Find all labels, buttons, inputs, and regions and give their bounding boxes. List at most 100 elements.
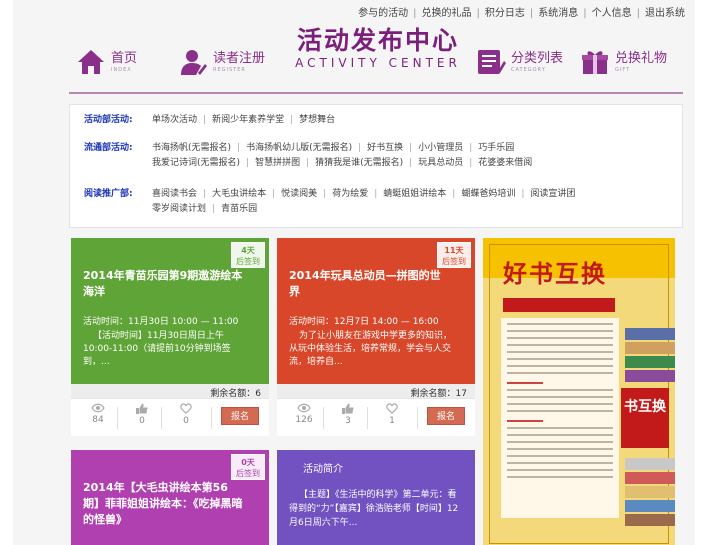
card-stats: 84 0 0 报名 — [71, 398, 269, 436]
nav-home-sub: INDEX — [111, 66, 132, 73]
card-desc: 【主题】《生活中的科学》第二单元：看得到的“力”【嘉宾】徐浩贻老师【时间】12月… — [289, 490, 459, 528]
gift-icon — [579, 46, 611, 78]
nav-category-label: 分类列表 — [511, 50, 564, 66]
category-panel: 活动部活动: 单场次活动 | 新阅少年素养学堂 | 梦想舞台 流通部活动: 书海扬帆(无… — [69, 104, 683, 228]
card-desc: 【活动时间】11月30日周日上午10:00-11:00（请提前10分钟到场签到，… — [83, 331, 231, 367]
activity-card[interactable]: 0天 后签到 2014年【大毛虫讲绘本第56期】菲菲姐姐讲绘本：《吃掉黑暗的怪兽》 — [71, 450, 269, 545]
category-link[interactable]: 梦想舞台 — [299, 115, 335, 125]
category-head: 阅读推广部: — [84, 189, 133, 199]
views-stat: 126 — [289, 403, 319, 426]
category-link[interactable]: 悦读阅美 — [281, 189, 317, 199]
eye-icon — [297, 403, 311, 413]
category-link[interactable]: 单场次活动 — [152, 115, 197, 125]
likes-count: 0 — [139, 416, 145, 426]
category-link[interactable]: 蜻蜓姐姐讲绘本 — [383, 189, 446, 199]
category-link[interactable]: 阅读宣讲团 — [530, 189, 575, 199]
stat-divider — [117, 407, 118, 429]
signup-button[interactable]: 报名 — [221, 407, 259, 425]
card-title[interactable]: 2014年玩具总动员—拼图的世界 — [289, 268, 449, 300]
badge-days: 4天 — [241, 246, 255, 255]
likes-stat[interactable]: 0 — [127, 403, 157, 427]
favs-stat[interactable]: 0 — [171, 403, 201, 427]
card-time: 活动时间：11月30日 10:00 — 11:00 — [83, 317, 239, 327]
category-link[interactable]: 我爱记诗词(无需报名) — [152, 158, 240, 168]
nav-gift-label: 兑换礼物 — [615, 50, 668, 66]
stat-divider — [211, 407, 212, 429]
category-link[interactable]: 新阅少年素养学堂 — [212, 115, 284, 125]
header: 首页 INDEX 读者注册 REGISTER 活动发布中心 ACTIVITY CEN… — [13, 24, 695, 94]
top-link-activities[interactable]: 参与的活动 — [358, 8, 408, 19]
nav-category-sub: CATEGORY — [511, 66, 546, 73]
heart-icon — [386, 403, 398, 414]
eye-icon — [91, 403, 105, 413]
card-body: 活动简介 【主题】《生活中的科学》第二单元：看得到的“力”【嘉宾】徐浩贻老师【时… — [277, 450, 475, 545]
category-link[interactable]: 猜猜我是谁(无需报名) — [315, 158, 403, 168]
top-link-logout[interactable]: 退出系统 — [645, 8, 685, 19]
category-link[interactable]: 青苗乐园 — [221, 204, 257, 214]
favs-stat[interactable]: 1 — [377, 403, 407, 427]
poster-headline: 好书互换 — [503, 260, 607, 288]
stat-divider — [417, 407, 418, 429]
favs-count: 0 — [183, 416, 189, 426]
top-link-profile[interactable]: 个人信息 — [592, 8, 632, 19]
top-links: 参与的活动 | 兑换的礼品 | 积分日志 | 系统消息 | 个人信息 | 退出系统 — [358, 8, 685, 19]
category-link[interactable]: 蝴蝶爸妈培训 — [461, 189, 515, 199]
top-link-gifts[interactable]: 兑换的礼品 — [422, 8, 472, 19]
activity-card[interactable]: 活动简介 【主题】《生活中的科学》第二单元：看得到的“力”【嘉宾】徐浩贻老师【时… — [277, 450, 475, 545]
nav-home[interactable]: 首页 INDEX — [75, 42, 137, 82]
nav-category[interactable]: 分类列表 CATEGORY — [475, 42, 563, 82]
heart-icon — [180, 403, 192, 414]
stat-divider — [367, 407, 368, 429]
category-link[interactable]: 书海扬帆(无需报名) — [152, 143, 231, 153]
poster-ribbon — [503, 298, 615, 312]
signup-button[interactable]: 报名 — [427, 407, 465, 425]
category-link[interactable]: 大毛虫讲绘本 — [212, 189, 266, 199]
checkin-badge: 0天 后签到 — [231, 454, 265, 480]
checkin-badge: 4天后签到 — [231, 242, 265, 268]
card-title[interactable]: 2014年青苗乐园第9期遨游绘本海洋 — [83, 268, 243, 300]
nav-home-label: 首页 — [111, 50, 138, 66]
book-exchange-poster[interactable]: 好书互换 书互换 — [483, 238, 675, 545]
category-link[interactable]: 小小管理员 — [418, 143, 463, 153]
nav-gift[interactable]: 兑换礼物 GIFT — [579, 42, 667, 82]
category-link[interactable]: 好书互换 — [367, 143, 403, 153]
card-section-title: 活动简介 — [303, 464, 343, 475]
top-link-points[interactable]: 积分日志 — [485, 8, 525, 19]
card-body: 11天 后签到 2014年玩具总动员—拼图的世界 活动时间：12月7日 14:00… — [277, 238, 475, 384]
category-head: 流通部活动: — [84, 143, 133, 153]
badge-text: 后签到 — [442, 257, 466, 266]
card-title[interactable]: 2014年【大毛虫讲绘本第56期】菲菲姐姐讲绘本：《吃掉黑暗的怪兽》 — [83, 480, 243, 528]
category-link[interactable]: 智慧拼拼图 — [255, 158, 300, 168]
badge-text: 后签到 — [236, 257, 260, 266]
views-stat: 84 — [83, 403, 113, 426]
category-link[interactable]: 书海扬帆幼儿版(无需报名) — [246, 143, 352, 153]
stat-divider — [161, 407, 162, 429]
category-link[interactable]: 喜阅读书会 — [152, 189, 197, 199]
likes-stat[interactable]: 3 — [333, 403, 363, 427]
home-icon — [75, 46, 107, 78]
card-footer: 剩余名额：6 — [71, 384, 269, 399]
logo-subtitle: ACTIVITY CENTER — [295, 56, 461, 70]
poster-notice — [501, 318, 619, 518]
category-head: 活动部活动: — [84, 115, 133, 125]
favs-count: 1 — [389, 416, 395, 426]
category-link[interactable]: 巧手乐园 — [478, 143, 514, 153]
logo-title: 活动发布中心 — [296, 26, 459, 55]
user-icon — [177, 46, 209, 78]
activity-card[interactable]: 4天后签到 2014年青苗乐园第9期遨游绘本海洋 活动时间：11月30日 10:… — [71, 238, 269, 436]
thumb-up-icon — [136, 403, 148, 414]
top-link-messages[interactable]: 系统消息 — [538, 8, 578, 19]
nav-register-label: 读者注册 — [213, 50, 266, 66]
nav-gift-sub: GIFT — [615, 66, 631, 73]
checkin-badge: 11天后签到 — [437, 242, 471, 268]
site-logo[interactable]: 活动发布中心 ACTIVITY CENTER — [283, 26, 473, 70]
badge-days: 11天 — [444, 246, 464, 255]
nav-register[interactable]: 读者注册 REGISTER — [177, 42, 265, 82]
category-link[interactable]: 荷为绘爱 — [332, 189, 368, 199]
activity-card[interactable]: 11天 后签到 2014年玩具总动员—拼图的世界 活动时间：12月7日 14:00… — [277, 238, 475, 436]
list-icon — [475, 46, 507, 78]
thumb-up-icon — [342, 403, 354, 414]
category-link[interactable]: 花婆婆来借阅 — [478, 158, 532, 168]
category-link[interactable]: 零岁阅读计划 — [152, 204, 206, 214]
category-link[interactable]: 玩具总动员 — [418, 158, 463, 168]
